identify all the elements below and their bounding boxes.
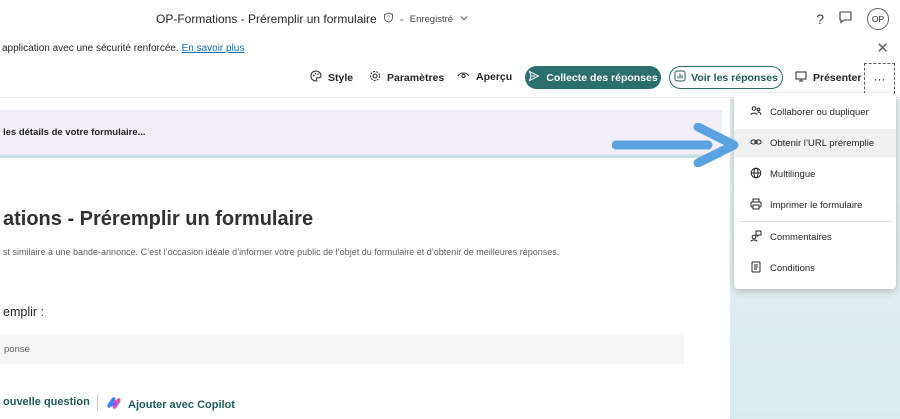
menu-item-label: Multilingue xyxy=(770,168,816,180)
copilot-label: Ajouter avec Copilot xyxy=(128,398,235,411)
style-button[interactable]: Style xyxy=(310,70,353,85)
new-question-button[interactable]: ouvelle question xyxy=(3,396,90,408)
help-icon[interactable]: ? xyxy=(816,11,824,27)
learn-more-link[interactable]: En savoir plus xyxy=(182,43,245,54)
collect-responses-button[interactable]: Collecte des réponses xyxy=(525,66,661,89)
feedback-icon xyxy=(750,230,762,245)
print-icon xyxy=(750,198,762,213)
title-bar: OP-Formations - Préremplir un formulaire… xyxy=(0,0,900,38)
more-options-button[interactable]: ··· xyxy=(864,63,895,94)
present-icon xyxy=(795,70,807,85)
form-name: OP-Formations - Préremplir un formulaire xyxy=(156,12,377,26)
eye-icon xyxy=(457,70,470,83)
style-label: Style xyxy=(328,71,354,84)
save-status: Enregistré xyxy=(409,13,454,25)
menu-item-label: Obtenir l’URL préremplie xyxy=(770,137,875,149)
divider xyxy=(97,394,98,411)
menu-separator xyxy=(738,221,892,222)
title-separator: - xyxy=(399,12,404,26)
more-options-menu: Collaborer ou dupliquer Obtenir l’URL pr… xyxy=(734,93,896,289)
palette-icon xyxy=(310,70,322,85)
titlebar-actions: ? OP xyxy=(816,8,889,30)
banner-text: application avec une sécurité renforcée. xyxy=(2,43,182,54)
document-title[interactable]: OP-Formations - Préremplir un formulaire… xyxy=(156,12,469,26)
answer-input[interactable]: ponse xyxy=(0,335,684,364)
security-banner: application avec une sécurité renforcée.… xyxy=(0,38,900,60)
chat-icon[interactable] xyxy=(838,10,853,29)
responses-label: Voir les réponses xyxy=(691,71,778,84)
menu-item-label: Conditions xyxy=(770,262,815,274)
present-label: Présenter xyxy=(813,71,862,84)
menu-item-label: Commentaires xyxy=(770,231,832,243)
collaborate-icon xyxy=(750,105,762,120)
settings-label: Paramètres xyxy=(387,71,445,84)
shield-icon: ? xyxy=(383,12,394,26)
menu-item-label: Collaborer ou dupliquer xyxy=(770,106,869,118)
chart-icon xyxy=(674,70,686,85)
menu-item-collaborate[interactable]: Collaborer ou dupliquer xyxy=(734,98,896,126)
settings-button[interactable]: Paramètres xyxy=(369,70,444,85)
copilot-button[interactable]: Ajouter avec Copilot xyxy=(106,396,235,413)
avatar[interactable]: OP xyxy=(867,8,889,30)
gear-icon xyxy=(369,70,381,85)
globe-icon xyxy=(750,167,762,182)
copilot-icon xyxy=(106,396,122,413)
preview-button[interactable]: Aperçu xyxy=(457,70,512,83)
collect-label: Collecte des réponses xyxy=(546,71,658,84)
close-icon[interactable]: ✕ xyxy=(876,38,889,60)
form-description[interactable]: st similaire à une bande-annonce. C’est … xyxy=(3,247,559,257)
menu-item-label: Imprimer le formulaire xyxy=(770,199,863,211)
menu-item-multilingual[interactable]: Multilingue xyxy=(734,160,896,188)
view-responses-button[interactable]: Voir les réponses xyxy=(669,66,783,89)
form-title[interactable]: ations - Préremplir un formulaire xyxy=(3,208,313,231)
document-icon xyxy=(750,261,762,276)
menu-item-print[interactable]: Imprimer le formulaire xyxy=(734,191,896,219)
question-label: emplir : xyxy=(3,305,44,319)
arrow-annotation xyxy=(611,122,740,172)
svg-text:?: ? xyxy=(387,16,390,22)
preview-label: Aperçu xyxy=(476,70,513,83)
menu-item-feedback[interactable]: Commentaires xyxy=(734,223,896,251)
menu-item-terms[interactable]: Conditions xyxy=(734,254,896,282)
chevron-down-icon[interactable] xyxy=(459,12,469,26)
send-icon xyxy=(528,70,540,85)
present-button[interactable]: Présenter xyxy=(795,70,861,85)
menu-item-prefilled-url[interactable]: Obtenir l’URL préremplie xyxy=(734,129,896,157)
link-icon xyxy=(750,136,762,151)
